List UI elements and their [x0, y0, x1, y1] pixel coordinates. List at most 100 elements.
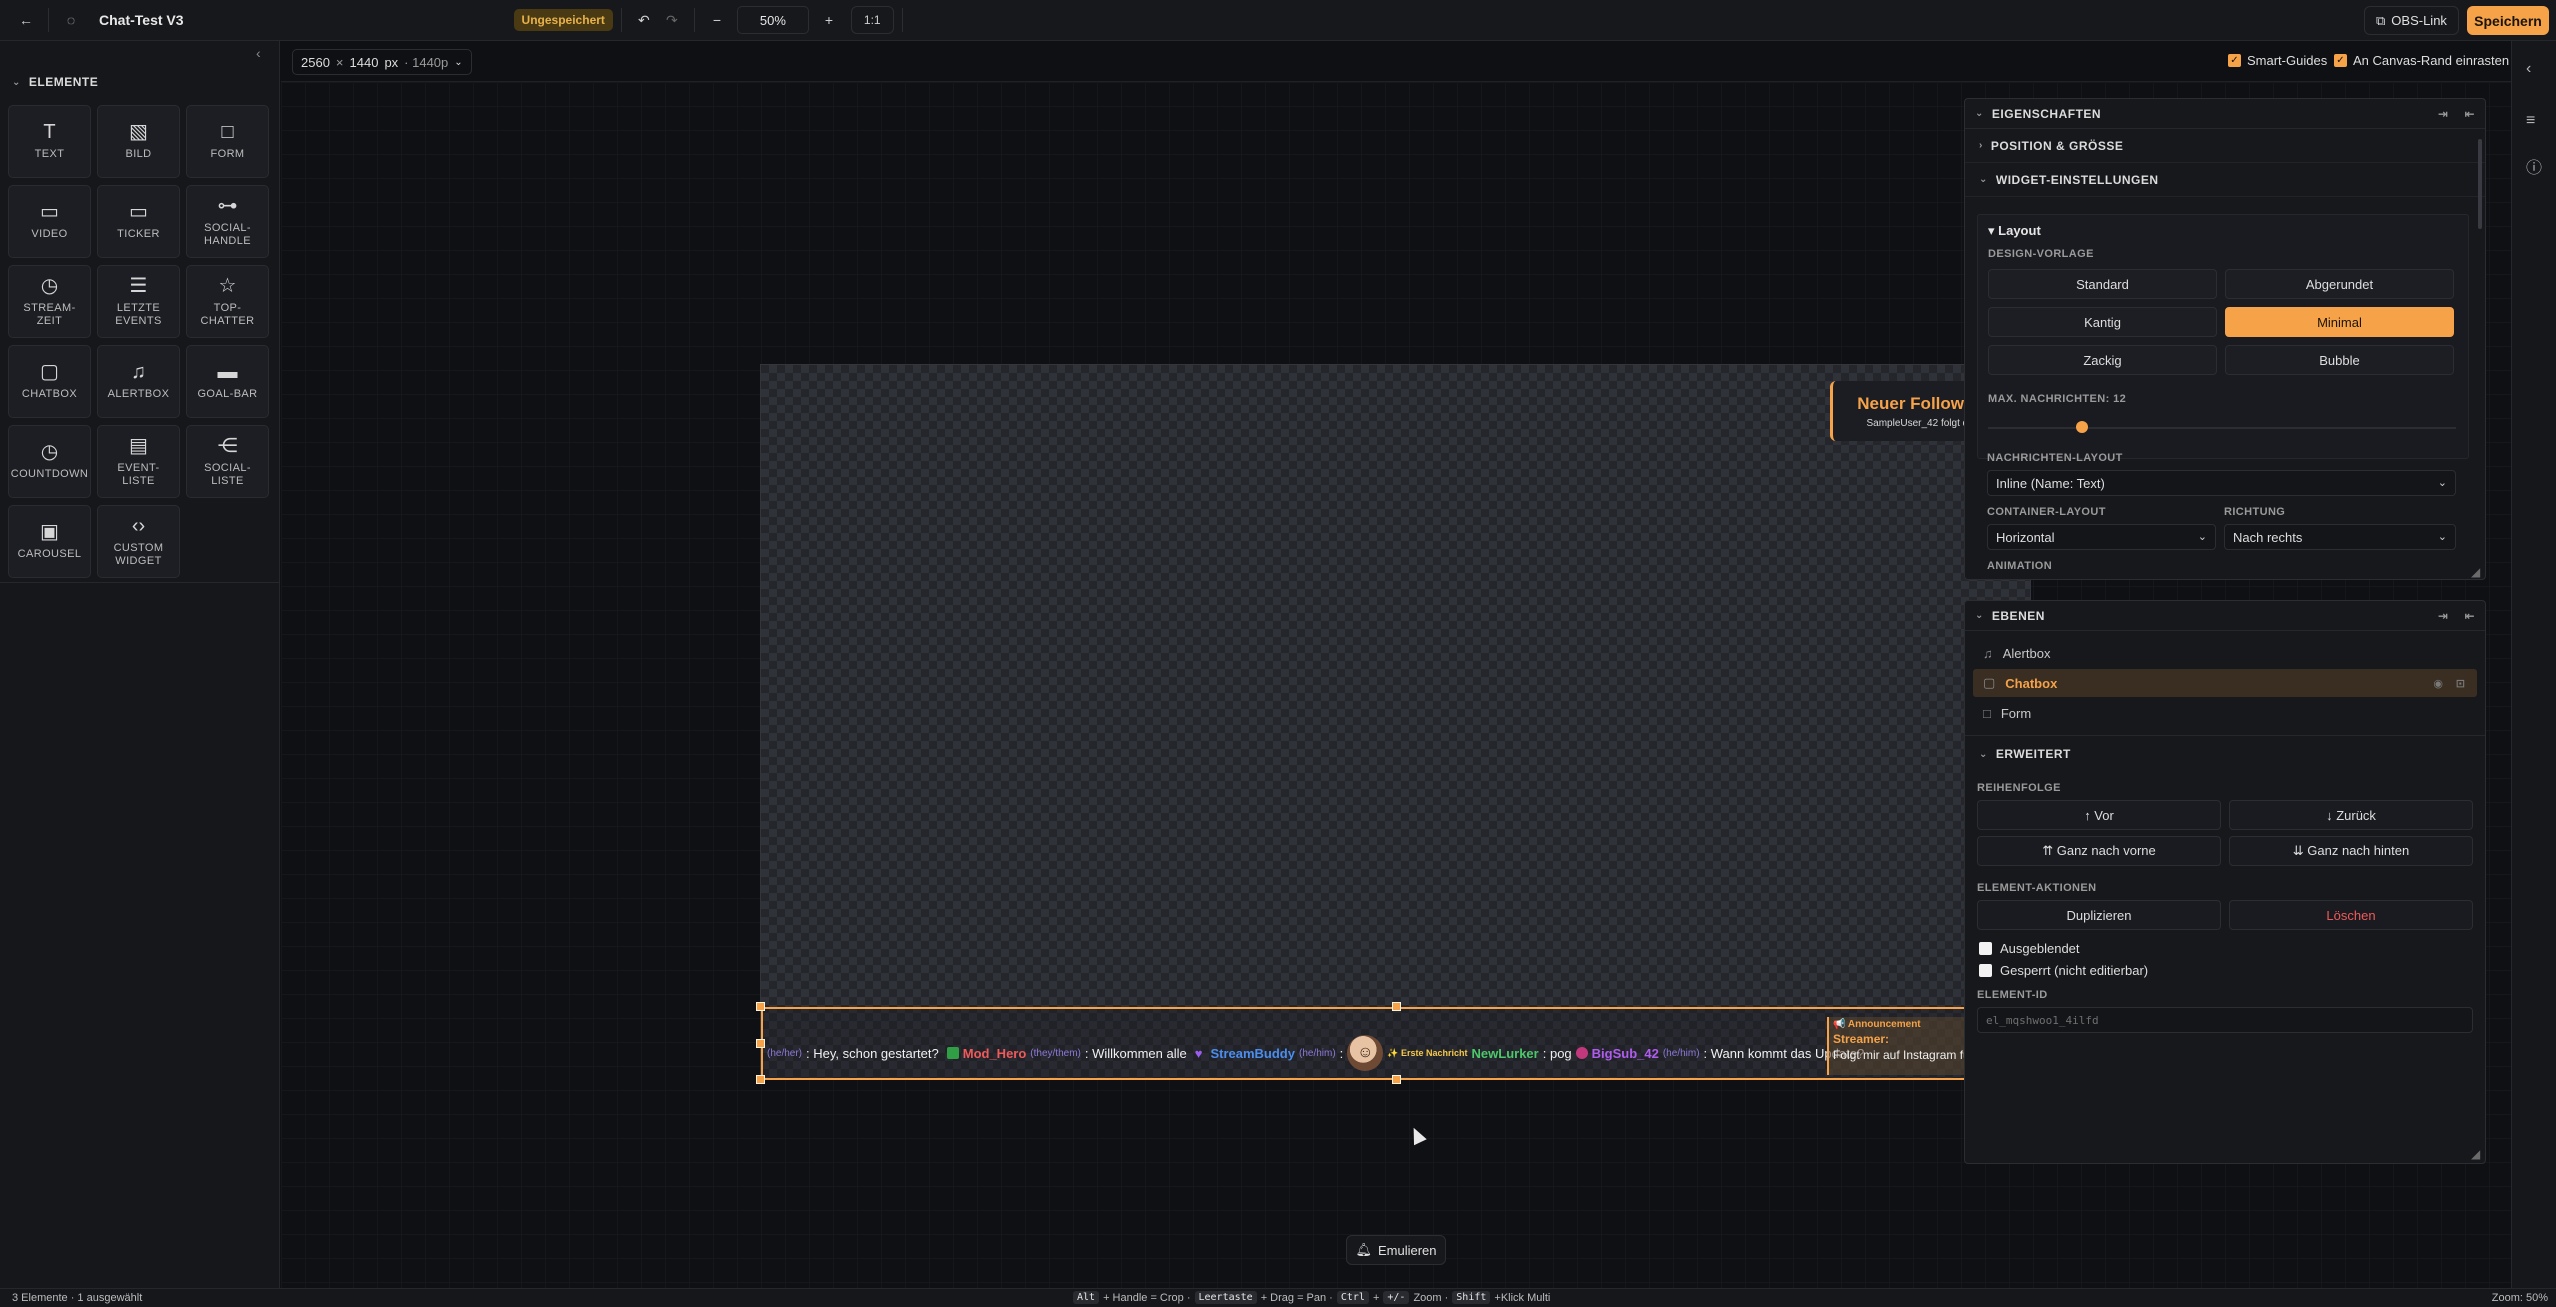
- zoom-value[interactable]: 50%: [736, 6, 809, 34]
- snap-edge-checkbox[interactable]: ✓ An Canvas-Rand einrasten: [2334, 53, 2509, 68]
- element-tile-alertbox[interactable]: ♫ ALERTBOX: [97, 345, 180, 418]
- save-button[interactable]: Speichern: [2467, 6, 2549, 35]
- element-tile-letzte-events[interactable]: ☰ LETZTE EVENTS: [97, 265, 180, 338]
- chevron-right-icon: ›: [1979, 140, 1983, 151]
- canvas-toolbar: 2560 × 1440 px · 1440p ⌄ ✓ Smart-Guides …: [281, 41, 2511, 82]
- element-tile-stream-zeit[interactable]: ◷ STREAM-ZEIT: [8, 265, 91, 338]
- chevron-down-icon: ⌄: [454, 56, 463, 68]
- chevron-down-icon: ⌄: [1975, 108, 1984, 119]
- info-icon[interactable]: ⓘ: [2526, 154, 2542, 178]
- template-minimal-button[interactable]: Minimal: [2225, 307, 2454, 337]
- section-divider: [1965, 735, 2485, 736]
- template-standard-button[interactable]: Standard: [1988, 269, 2217, 299]
- delete-button[interactable]: Löschen: [2229, 900, 2473, 930]
- element-tile-carousel[interactable]: ▣ CAROUSEL: [8, 505, 91, 578]
- slider-thumb[interactable]: [2075, 421, 2088, 433]
- zoom-in-button[interactable]: +: [815, 6, 843, 34]
- element-tile-custom-widget[interactable]: ‹› CUSTOM WIDGET: [97, 505, 180, 578]
- element-tile-label: TEXT: [34, 148, 65, 160]
- properties-header[interactable]: ⌄ EIGENSCHAFTEN ⇥ ⇤: [1965, 99, 2485, 129]
- resize-handle-top[interactable]: [1392, 1002, 1401, 1011]
- element-tile-video[interactable]: ▭ VIDEO: [8, 185, 91, 258]
- undo-icon[interactable]: ↶: [630, 6, 658, 34]
- element-tile-goal-bar[interactable]: ▬ GOAL-BAR: [186, 345, 269, 418]
- direction-label: RICHTUNG: [2224, 506, 2286, 518]
- send-to-back-button[interactable]: ⇊ Ganz nach hinten: [2229, 836, 2473, 866]
- elements-header[interactable]: ⌄ ELEMENTE: [0, 67, 279, 97]
- element-tile-social-liste[interactable]: ⋲ SOCIAL-LISTE: [186, 425, 269, 498]
- duplicate-button[interactable]: Duplizieren: [1977, 900, 2221, 930]
- element-tile-text[interactable]: T TEXT: [8, 105, 91, 178]
- eye-icon[interactable]: ◉: [2433, 677, 2443, 690]
- element-tile-form[interactable]: □ FORM: [186, 105, 269, 178]
- direction-select[interactable]: Nach rechts ⌄: [2224, 524, 2456, 550]
- layers-header[interactable]: ⌄ EBENEN ⇥ ⇤: [1965, 601, 2485, 631]
- redo-icon[interactable]: ↷: [658, 6, 686, 34]
- ticker-icon: ▭: [129, 201, 148, 223]
- canvas-workspace[interactable]: Neuer Follower! SampleUser_42 folgt dir!…: [281, 82, 2511, 1288]
- dock-icon[interactable]: ⇥: [2438, 609, 2449, 623]
- send-backward-button[interactable]: ↓ Zurück: [2229, 800, 2473, 830]
- resize-handle-left[interactable]: [756, 1039, 765, 1048]
- zoom-out-button[interactable]: −: [703, 6, 731, 34]
- chat-line: (he/her) : Hey, schon gestartet? Mod_Her…: [767, 1035, 1864, 1071]
- toolbar-divider: [620, 8, 622, 32]
- resize-handle-bottom[interactable]: [1392, 1075, 1401, 1084]
- emulate-button[interactable]: 🔔︎ Emulieren: [1346, 1235, 1446, 1265]
- resize-grip-icon[interactable]: ◢: [2471, 565, 2480, 579]
- chat-bubble-icon[interactable]: ◌: [57, 6, 85, 34]
- element-tile-label: LETZTE EVENTS: [115, 301, 162, 327]
- chat-message: : Willkommen alle: [1084, 1045, 1187, 1061]
- template-bubble-button[interactable]: Bubble: [2225, 345, 2454, 375]
- undock-icon[interactable]: ⇤: [2464, 107, 2475, 121]
- design-template-label: DESIGN-VORLAGE: [1988, 248, 2094, 260]
- message-layout-select[interactable]: Inline (Name: Text) ⌄: [1987, 470, 2456, 496]
- locked-checkbox[interactable]: Gesperrt (nicht editierbar): [1979, 963, 2148, 978]
- hidden-checkbox[interactable]: Ausgeblendet: [1979, 941, 2080, 956]
- template-angular-button[interactable]: Kantig: [1988, 307, 2217, 337]
- obs-link-button[interactable]: ⧉ OBS-Link: [2364, 6, 2459, 35]
- template-jagged-button[interactable]: Zackig: [1988, 345, 2217, 375]
- element-tile-countdown[interactable]: ◷ COUNTDOWN: [8, 425, 91, 498]
- position-size-section[interactable]: › POSITION & GRÖSSE: [1965, 129, 2485, 163]
- social-handle-icon: ⊶: [217, 194, 238, 217]
- max-messages-slider[interactable]: [1988, 427, 2456, 429]
- element-id-field[interactable]: el_mqshwoo1_4ilfd: [1977, 1007, 2473, 1033]
- element-tile-event-liste[interactable]: ▤ EVENT-LISTE: [97, 425, 180, 498]
- align-lines-icon[interactable]: ≡: [2526, 112, 2535, 130]
- back-arrow-icon[interactable]: ←: [12, 6, 40, 34]
- zoom-readout: Zoom: 50%: [2491, 1292, 2548, 1304]
- chat-icon: ▢: [1983, 675, 1996, 690]
- smart-guides-checkbox[interactable]: ✓ Smart-Guides: [2228, 53, 2327, 68]
- element-tile-label: COUNTDOWN: [10, 468, 89, 480]
- element-tile-top-chatter[interactable]: ☆ TOP-CHATTER: [186, 265, 269, 338]
- element-tile-social-handle[interactable]: ⊶ SOCIAL-HANDLE: [186, 185, 269, 258]
- bring-to-front-button[interactable]: ⇈ Ganz nach vorne: [1977, 836, 2221, 866]
- resize-handle-top-left[interactable]: [756, 1002, 765, 1011]
- template-rounded-button[interactable]: Abgerundet: [2225, 269, 2454, 299]
- scrollbar[interactable]: [2478, 139, 2482, 229]
- resize-grip-icon[interactable]: ◢: [2471, 1147, 2480, 1161]
- widget-settings-section[interactable]: ⌄ WIDGET-EINSTELLUNGEN: [1965, 163, 2485, 197]
- bring-forward-button[interactable]: ↑ Vor: [1977, 800, 2221, 830]
- chatbox-widget[interactable]: (he/her) : Hey, schon gestartet? Mod_Her…: [761, 1007, 2032, 1080]
- undock-icon[interactable]: ⇤: [2464, 609, 2475, 623]
- element-tile-chatbox[interactable]: ▢ CHATBOX: [8, 345, 91, 418]
- element-tile-bild[interactable]: ▧ BILD: [97, 105, 180, 178]
- collapse-left-icon[interactable]: ‹: [256, 45, 261, 61]
- dock-icon[interactable]: ⇥: [2438, 107, 2449, 121]
- advanced-section[interactable]: ⌄ ERWEITERT: [1965, 737, 2485, 771]
- layer-row-alertbox[interactable]: ♫ Alertbox: [1973, 639, 2477, 667]
- chevron-left-icon[interactable]: ‹: [2526, 60, 2531, 78]
- layer-row-chatbox[interactable]: ▢ Chatbox ◉ ⊡: [1973, 669, 2477, 697]
- resize-handle-bottom-left[interactable]: [756, 1075, 765, 1084]
- element-tile-label: TOP-CHATTER: [200, 301, 255, 327]
- zoom-reset-button[interactable]: 1:1: [850, 6, 894, 34]
- layer-row-form[interactable]: □ Form: [1973, 699, 2477, 727]
- lock-icon[interactable]: ⊡: [2456, 677, 2465, 690]
- resolution-select[interactable]: 2560 × 1440 px · 1440p ⌄: [292, 49, 472, 75]
- element-tile-ticker[interactable]: ▭ TICKER: [97, 185, 180, 258]
- container-layout-select[interactable]: Horizontal ⌄: [1987, 524, 2216, 550]
- stage-canvas[interactable]: Neuer Follower! SampleUser_42 folgt dir!…: [756, 364, 2035, 1084]
- layout-toggle[interactable]: ▾ Layout: [1988, 223, 2041, 239]
